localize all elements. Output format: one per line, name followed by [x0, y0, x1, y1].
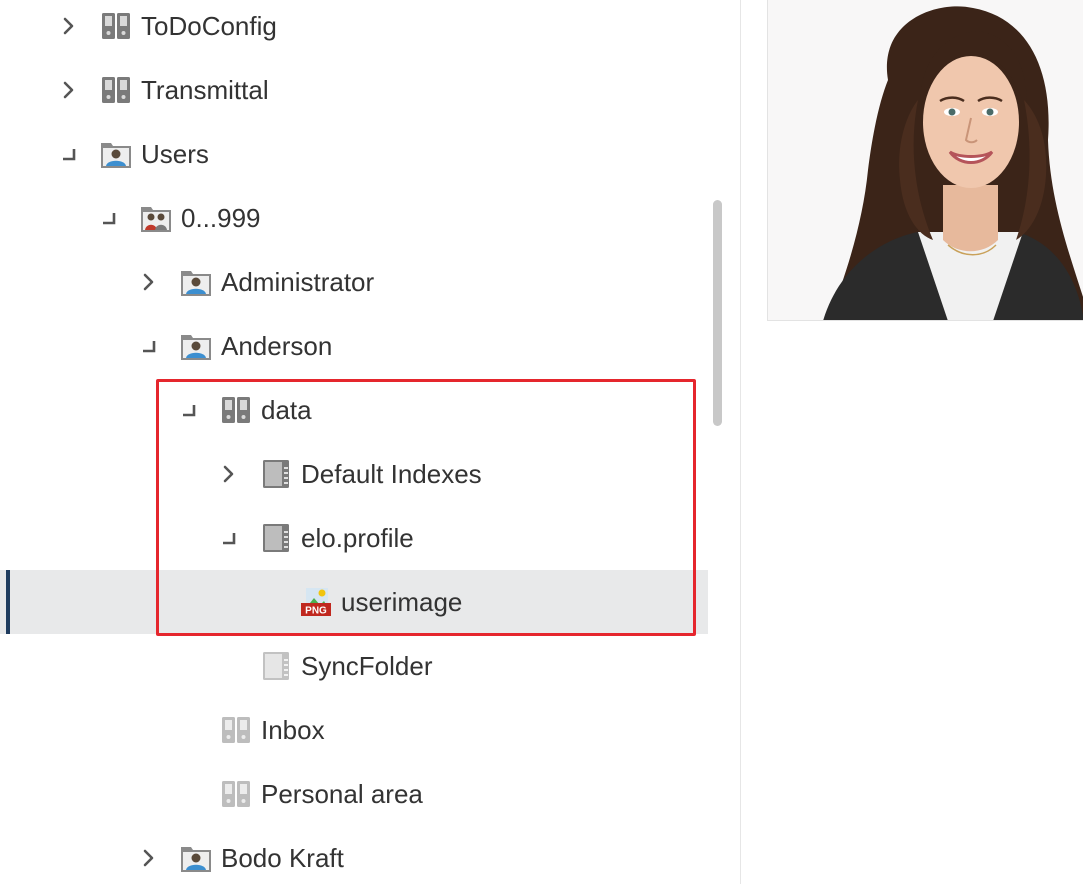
- tree-node-label: Personal area: [261, 779, 423, 809]
- expand-chevron-icon[interactable]: [53, 10, 85, 42]
- collapse-corner-icon[interactable]: [53, 138, 85, 170]
- binder-icon-light: [220, 714, 252, 746]
- expand-chevron-icon[interactable]: [133, 266, 165, 298]
- folder-icon: [260, 458, 292, 490]
- tree-node-inbox[interactable]: Inbox: [0, 698, 708, 762]
- tree-node-label: SyncFolder: [301, 651, 433, 681]
- user-image-preview: [767, 0, 1083, 321]
- tree-node-label: Users: [141, 139, 209, 169]
- folder-icon-light: [260, 650, 292, 682]
- collapse-corner-icon[interactable]: [133, 330, 165, 362]
- svg-text:PNG: PNG: [305, 606, 327, 617]
- expand-chevron-icon[interactable]: [133, 842, 165, 874]
- user-folder-icon: [180, 842, 212, 874]
- expand-chevron-icon[interactable]: [213, 458, 245, 490]
- user-folder-icon: [100, 138, 132, 170]
- tree-node-label: Administrator: [221, 267, 375, 297]
- tree-node-label: ToDoConfig: [141, 11, 277, 41]
- tree-node-elo-profile[interactable]: elo.profile: [0, 506, 708, 570]
- binder-icon: [100, 10, 132, 42]
- binder-icon-light: [220, 778, 252, 810]
- tree-node-transmittal[interactable]: Transmittal: [0, 58, 708, 122]
- tree-node-bodo-kraft[interactable]: Bodo Kraft: [0, 826, 708, 890]
- collapse-corner-icon[interactable]: [173, 394, 205, 426]
- repository-tree: ToDoConfig Transmittal Users 0...999 Adm…: [0, 0, 741, 884]
- tree-node-data[interactable]: data: [0, 378, 708, 442]
- tree-node-users[interactable]: Users: [0, 122, 708, 186]
- tree-node-0-999[interactable]: 0...999: [0, 186, 708, 250]
- collapse-corner-icon[interactable]: [213, 522, 245, 554]
- selection-indicator: [6, 570, 10, 634]
- user-folder-icon: [180, 330, 212, 362]
- tree-node-label: Transmittal: [141, 75, 269, 105]
- tree-node-label: Default Indexes: [301, 459, 482, 489]
- tree-node-default-indexes[interactable]: Default Indexes: [0, 442, 708, 506]
- tree-node-label: Inbox: [261, 715, 325, 745]
- tree-node-label: userimage: [341, 587, 463, 617]
- tree-node-label: 0...999: [181, 203, 261, 233]
- tree-node-label: Bodo Kraft: [221, 843, 344, 873]
- folder-icon: [260, 522, 292, 554]
- tree-node-todoconfig[interactable]: ToDoConfig: [0, 0, 708, 58]
- users-group-icon: [140, 202, 172, 234]
- binder-icon: [100, 74, 132, 106]
- tree-node-label: data: [261, 395, 312, 425]
- tree-node-anderson[interactable]: Anderson: [0, 314, 708, 378]
- tree-scrollbar[interactable]: [713, 200, 722, 426]
- user-portrait-photo: [768, 0, 1083, 320]
- tree-node-syncfolder[interactable]: SyncFolder: [0, 634, 708, 698]
- expand-chevron-icon[interactable]: [53, 74, 85, 106]
- tree-node-userimage[interactable]: PNG userimage: [0, 570, 708, 634]
- collapse-corner-icon[interactable]: [93, 202, 125, 234]
- tree-node-label: Anderson: [221, 331, 333, 361]
- tree-node-administrator[interactable]: Administrator: [0, 250, 708, 314]
- png-file-icon: PNG: [300, 586, 332, 618]
- binder-icon: [220, 394, 252, 426]
- tree-node-label: elo.profile: [301, 523, 414, 553]
- user-folder-icon: [180, 266, 212, 298]
- tree-node-personal-area[interactable]: Personal area: [0, 762, 708, 826]
